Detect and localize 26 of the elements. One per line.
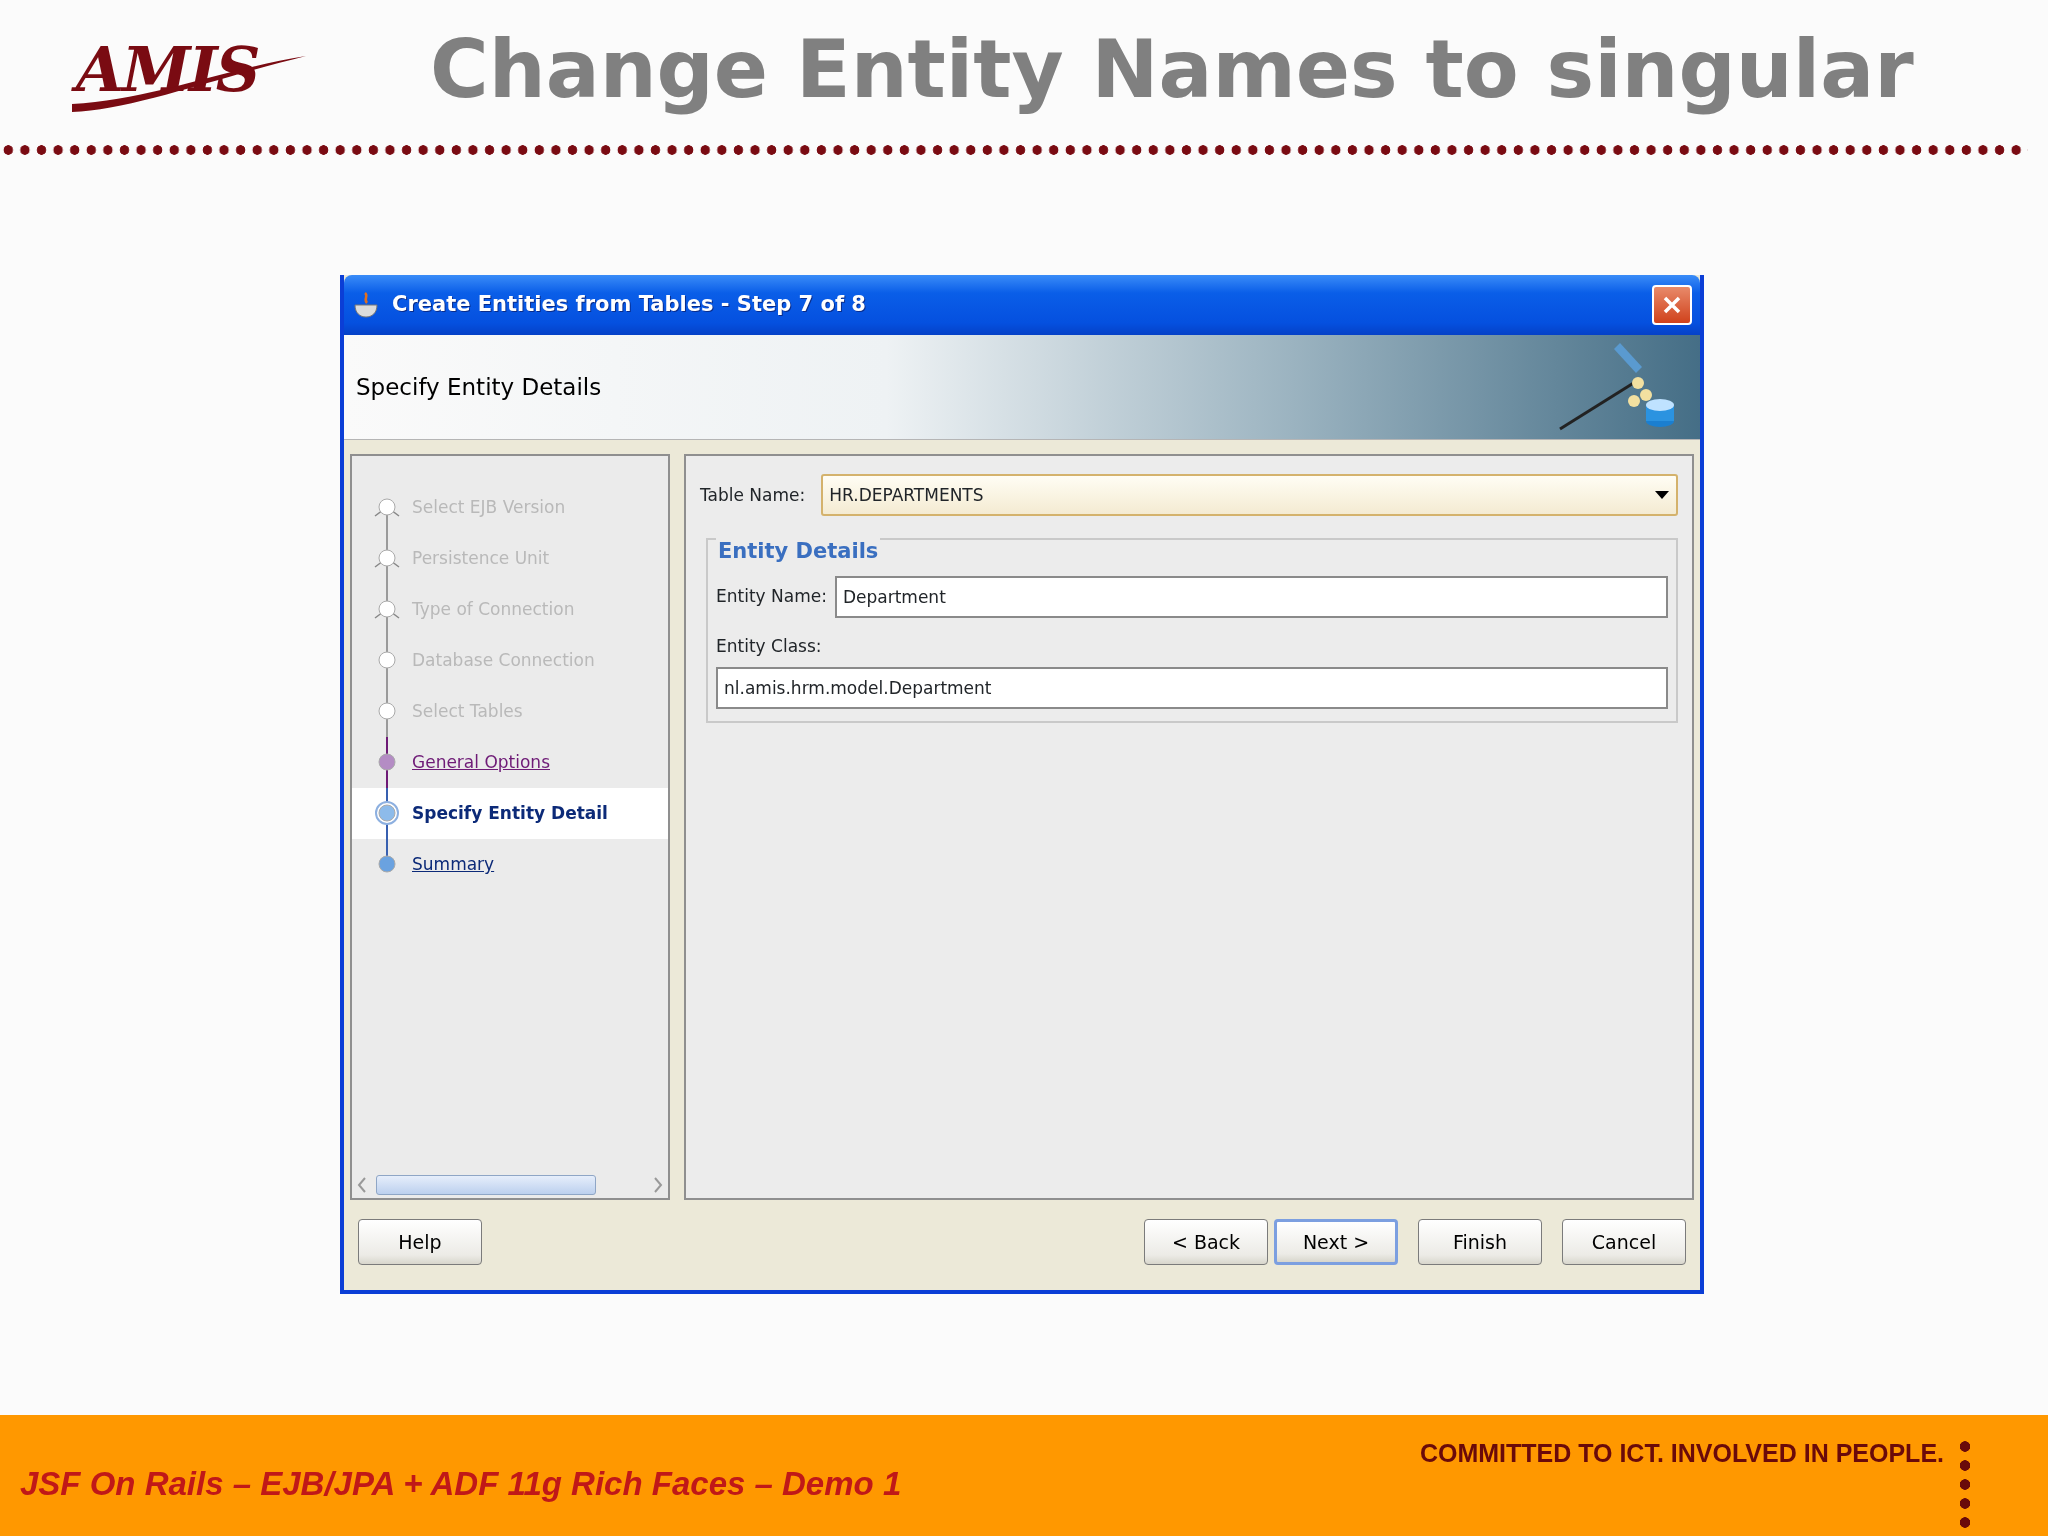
- step-node-icon: [372, 533, 402, 585]
- tagline: COMMITTED TO ICT. INVOLVED IN PEOPLE.: [1419, 1438, 1944, 1469]
- step-item[interactable]: Specify Entity Detail: [352, 788, 668, 840]
- logo: AMIS: [60, 10, 320, 130]
- window-title: Create Entities from Tables - Step 7 of 8: [392, 291, 866, 319]
- step-item[interactable]: General Options: [352, 737, 668, 789]
- table-name-dropdown[interactable]: HR.DEPARTMENTS: [821, 474, 1678, 517]
- field-label: Table Name:: [700, 483, 806, 507]
- field-label: Entity Class:: [716, 634, 822, 658]
- close-button[interactable]: [1652, 284, 1692, 325]
- slide-subtitle: JSF On Rails – EJB/JPA + ADF 11g Rich Faces – Demo 1: [20, 1464, 902, 1504]
- dialog-button[interactable]: Next >: [1274, 1219, 1398, 1266]
- step-node-icon: [372, 788, 402, 840]
- field-label: Entity Name:: [716, 585, 827, 609]
- step-item[interactable]: Summary: [352, 839, 668, 891]
- input-field[interactable]: nl.amis.hrm.model.Department: [716, 667, 1668, 710]
- dialog-button[interactable]: < Back: [1144, 1219, 1268, 1266]
- dialog-button[interactable]: Finish: [1418, 1219, 1542, 1266]
- caret-icon: [1654, 490, 1670, 501]
- input-field[interactable]: Department: [834, 575, 1668, 618]
- dialog-button[interactable]: Cancel: [1562, 1219, 1686, 1266]
- page-heading: Specify Entity Details: [356, 372, 602, 402]
- step-node-icon: [372, 584, 402, 636]
- slide-title: Change Entity Names to singular: [430, 22, 1914, 118]
- scrollbar-thumb[interactable]: [376, 1175, 596, 1196]
- dialog-button[interactable]: Help: [358, 1219, 482, 1266]
